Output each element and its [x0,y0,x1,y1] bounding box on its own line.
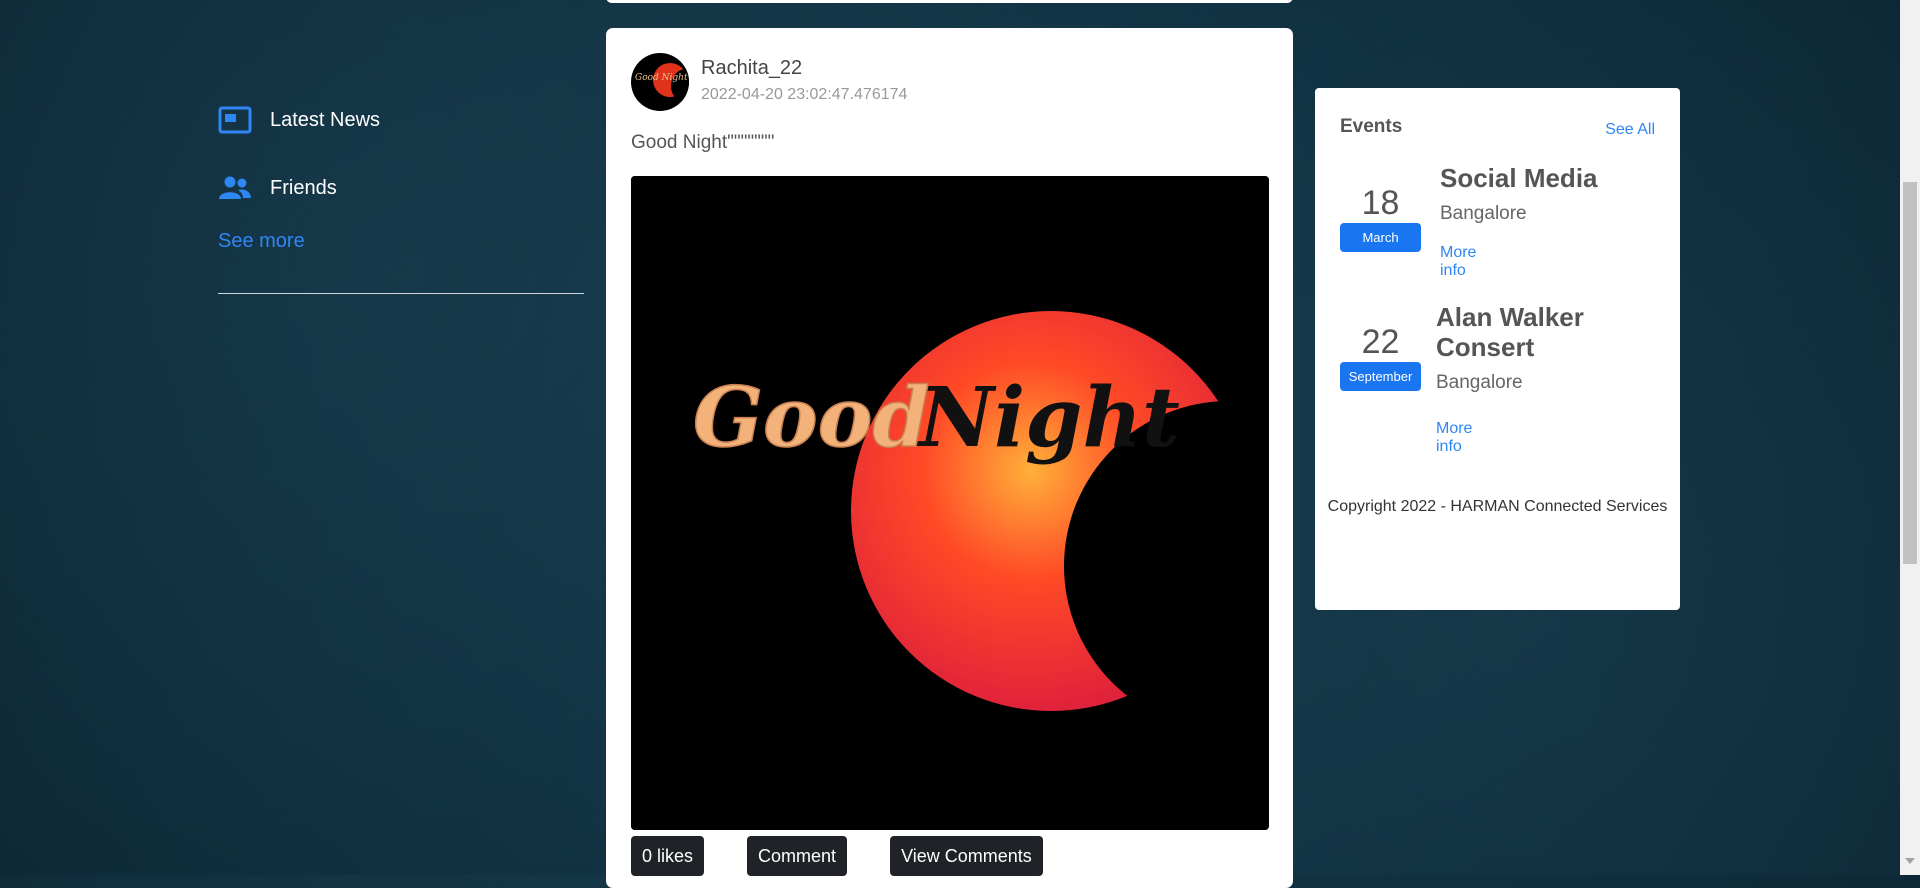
event-place: Bangalore [1440,203,1527,224]
event-month: September [1340,362,1421,391]
see-more-link[interactable]: See more [218,230,584,253]
post-timestamp: 2022-04-20 23:02:47.476174 [701,86,908,103]
scroll-down-arrow-icon[interactable] [1905,858,1915,864]
nav-item-label: Friends [270,176,337,199]
nav-item-latest-news[interactable]: Latest News [218,86,584,154]
good-night-eclipse-image: Good Night [631,176,1269,830]
post-image[interactable]: Good Night [631,176,1269,830]
events-card: Events See All 18 March Social Media Ban… [1315,88,1680,610]
event-more-info-link[interactable]: More info [1440,244,1476,280]
event-date: 22 September [1340,322,1421,391]
previous-post-card-edge [606,0,1293,3]
event-day: 22 [1361,323,1400,361]
event-day: 18 [1361,184,1400,222]
nav-item-friends[interactable]: Friends [218,154,584,222]
nav-item-label: Latest News [270,108,381,131]
avatar[interactable]: Good Night [631,53,689,111]
post-text: Good Night""""""" [631,132,775,153]
friends-icon [218,171,252,205]
avatar-image-text: Good Night [635,73,688,83]
scrollbar-thumb[interactable] [1903,182,1917,564]
post-header: Good Night Rachita_22 2022-04-20 23:02:4… [631,53,907,111]
post-actions: 0 likes Comment View Comments [631,836,1086,876]
event-month: March [1340,223,1421,252]
news-icon [218,103,252,137]
event-title: Social Media [1440,163,1598,193]
copyright-text: Copyright 2022 - HARMAN Connected Servic… [1327,498,1668,515]
comment-button[interactable]: Comment [747,836,848,876]
nav-divider [218,293,584,294]
likes-button[interactable]: 0 likes [631,836,705,876]
post-username[interactable]: Rachita_22 [701,57,907,80]
page-scrollbar[interactable] [1900,0,1920,875]
event-title: Alan Walker Consert [1436,302,1584,362]
event-place: Bangalore [1436,372,1523,393]
image-text-night: Night [916,370,1180,466]
see-all-link[interactable]: See All [1605,121,1655,139]
view-comments-button[interactable]: View Comments [890,836,1043,876]
event-more-info-link[interactable]: More info [1436,420,1472,456]
events-title: Events [1340,116,1403,137]
left-navigation: Latest News Friends See more [218,86,584,302]
post-card: Good Night Rachita_22 2022-04-20 23:02:4… [606,28,1293,888]
image-text-good: Good [693,370,930,466]
event-date: 18 March [1340,183,1421,252]
